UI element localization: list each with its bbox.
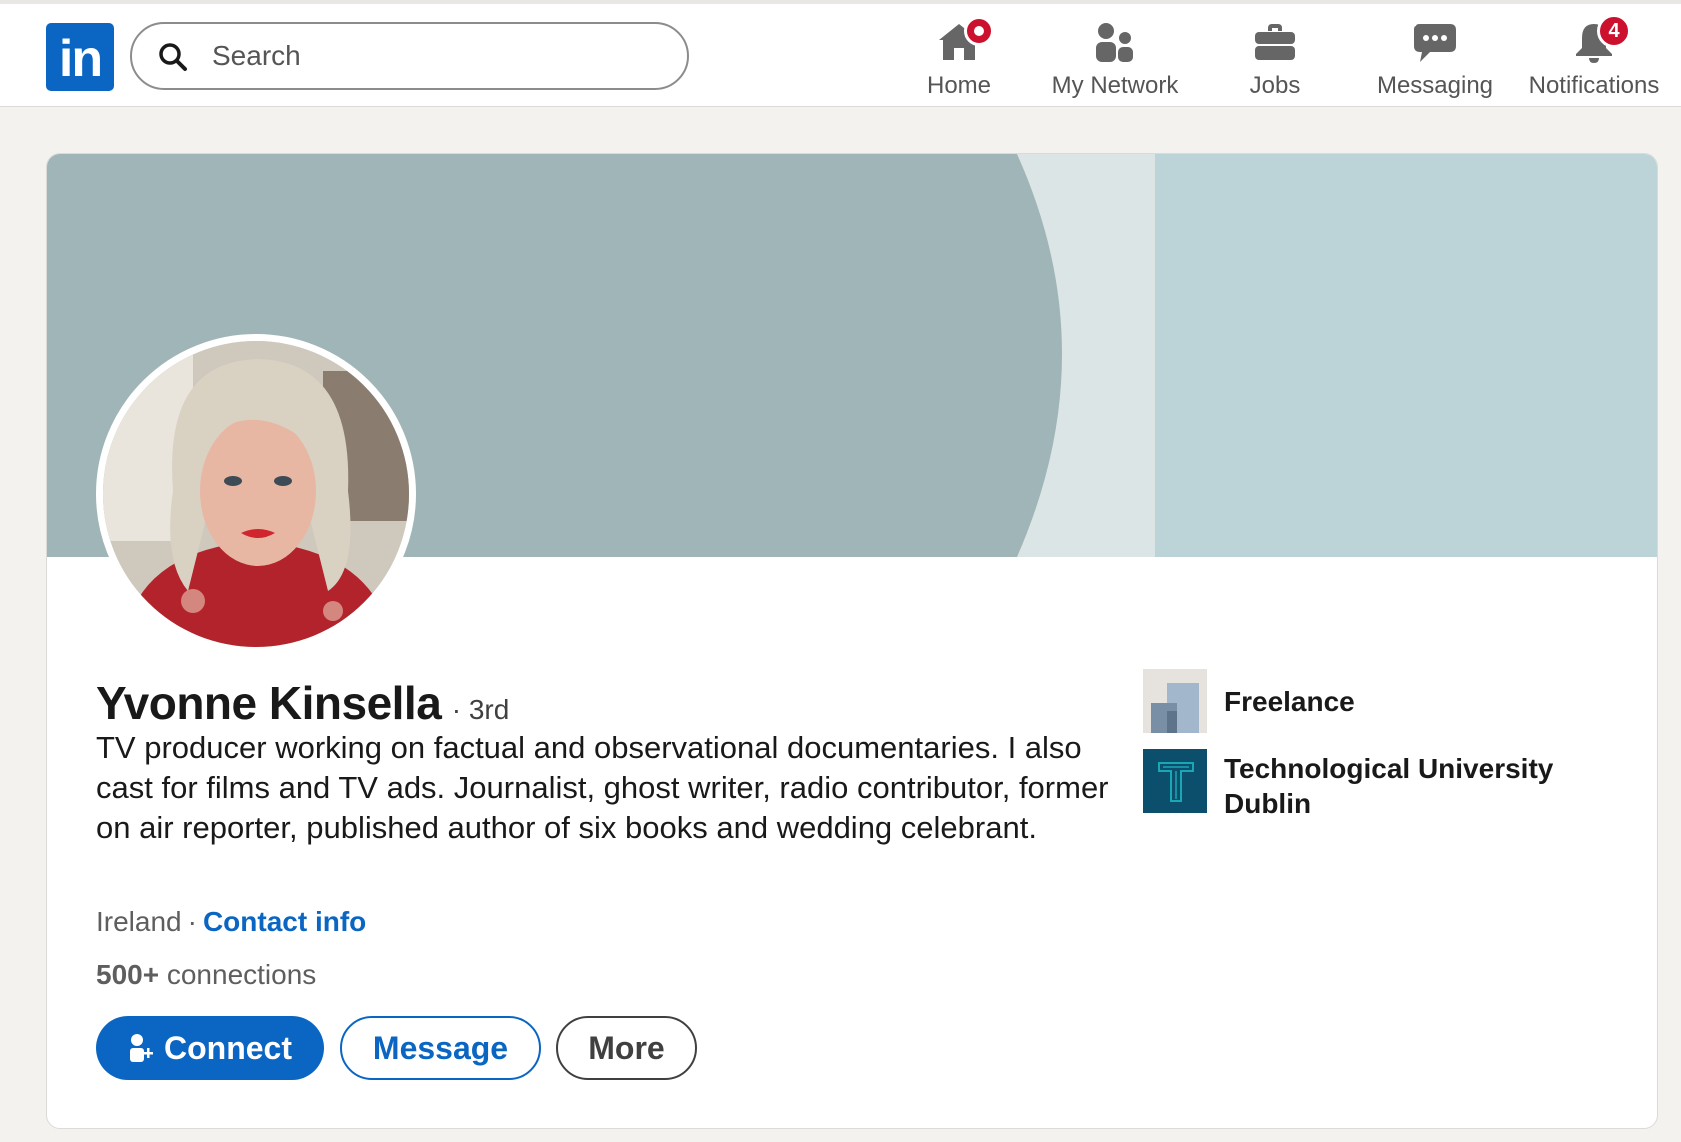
- search-icon: [159, 43, 187, 71]
- profile-name: Yvonne Kinsella: [96, 677, 442, 729]
- location-separator: ·: [187, 906, 197, 937]
- contact-info-link[interactable]: Contact info: [203, 906, 366, 937]
- connections-row: 500+ connections: [96, 959, 316, 991]
- profile-location: Ireland: [96, 906, 182, 937]
- add-person-icon: [130, 1034, 153, 1062]
- freelance-logo: [1143, 669, 1207, 733]
- org-tu-dublin[interactable]: Technological University Dublin: [1143, 749, 1623, 821]
- messaging-icon: [1414, 24, 1456, 62]
- connections-count: 500+: [96, 959, 160, 990]
- profile-headline: TV producer working on factual and obser…: [96, 730, 1109, 845]
- org-name-freelance: Freelance: [1224, 685, 1355, 717]
- more-label: More: [588, 1029, 665, 1066]
- connect-button[interactable]: Connect: [96, 1016, 324, 1080]
- nav-item-notifications[interactable]: 4 Notifications: [1521, 14, 1667, 102]
- profile-card: Yvonne Kinsella · 3rd TV producer workin…: [46, 153, 1658, 1129]
- nav-label-notifications: Notifications: [1528, 72, 1660, 99]
- profile-photo-image: [103, 341, 409, 647]
- nav-label-home: Home: [926, 72, 992, 99]
- nav-item-my-network[interactable]: My Network: [1040, 16, 1190, 102]
- tu-dublin-logo: [1143, 749, 1207, 813]
- nav-label-my-network: My Network: [1051, 72, 1179, 99]
- linkedin-logo[interactable]: in: [46, 23, 114, 91]
- home-notification-dot: [964, 16, 994, 46]
- global-nav: in Home My Network: [0, 0, 1681, 107]
- nav-item-jobs[interactable]: Jobs: [1225, 16, 1325, 102]
- my-network-icon: [1096, 23, 1133, 62]
- search-box[interactable]: [130, 22, 689, 90]
- nav-item-home[interactable]: Home: [906, 16, 1012, 102]
- message-label: Message: [372, 1029, 509, 1066]
- search-input[interactable]: [212, 34, 652, 78]
- org-freelance[interactable]: Freelance: [1143, 669, 1623, 733]
- connect-label: Connect: [164, 1029, 292, 1066]
- location-row: Ireland · Contact info: [96, 906, 366, 938]
- more-button[interactable]: More: [556, 1016, 697, 1080]
- name-row: Yvonne Kinsella · 3rd: [96, 676, 509, 730]
- nav-item-messaging[interactable]: Messaging: [1371, 16, 1499, 102]
- connection-degree: · 3rd: [451, 694, 510, 725]
- profile-photo[interactable]: [96, 334, 416, 654]
- org-name-tu-dublin: Technological University Dublin: [1224, 753, 1554, 819]
- connections-label: connections: [166, 959, 317, 990]
- nav-label-jobs: Jobs: [1249, 72, 1301, 99]
- nav-label-messaging: Messaging: [1376, 72, 1494, 99]
- briefcase-icon: [1255, 24, 1295, 60]
- notifications-badge: 4: [1597, 14, 1631, 48]
- message-button[interactable]: Message: [340, 1016, 541, 1080]
